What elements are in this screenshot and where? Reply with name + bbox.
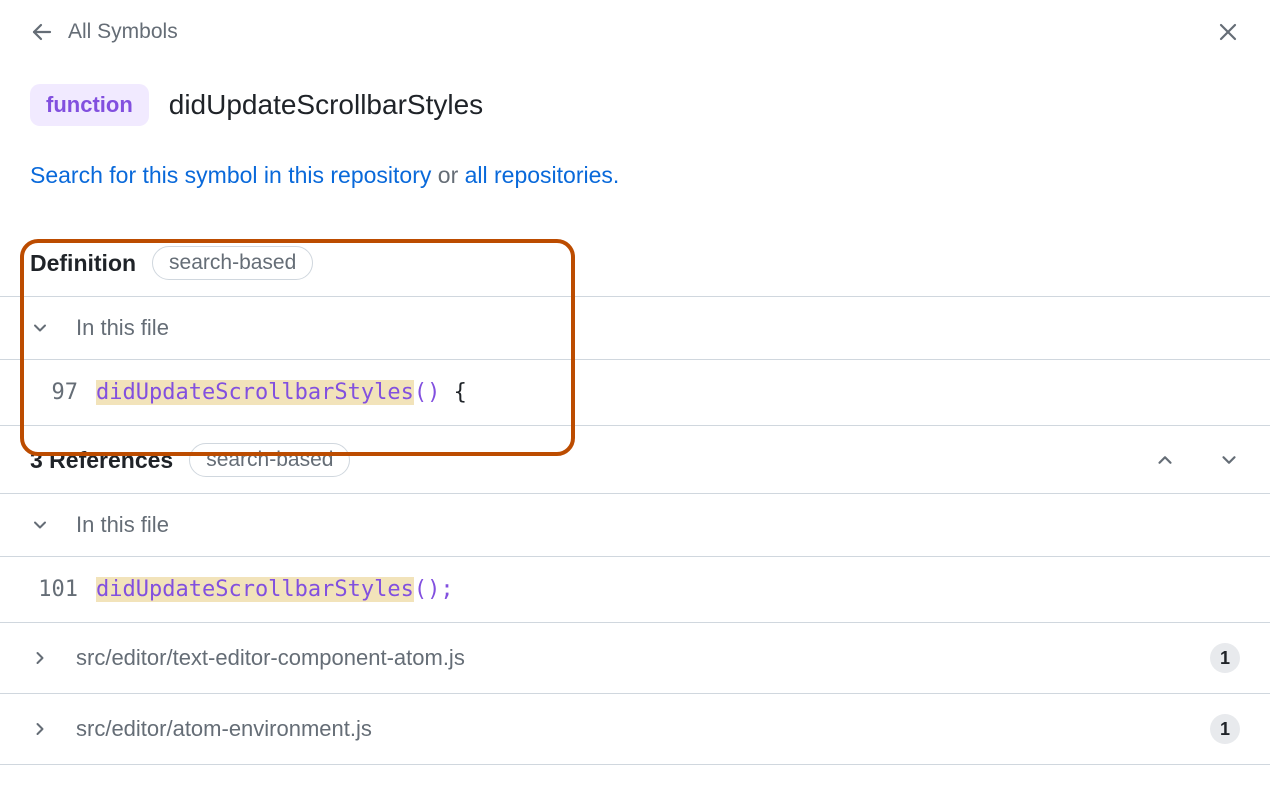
reference-count: 1 [1210, 714, 1240, 744]
reference-file-row[interactable]: src/editor/text-editor-component-atom.js… [0, 623, 1270, 694]
references-title: 3 References [30, 447, 173, 474]
reference-count: 1 [1210, 643, 1240, 673]
back-label: All Symbols [68, 20, 178, 44]
definition-file-toggle[interactable]: In this file [0, 297, 1270, 360]
references-file-toggle[interactable]: In this file [0, 494, 1270, 557]
definition-title: Definition [30, 250, 136, 277]
chevron-right-icon [30, 719, 50, 739]
chevron-right-icon [30, 648, 50, 668]
references-badge: search-based [189, 443, 350, 477]
chevron-down-icon [1218, 449, 1240, 471]
chevron-down-icon [30, 318, 50, 338]
arrow-left-icon [30, 20, 54, 44]
topbar: All Symbols [0, 20, 1270, 74]
line-number: 97 [30, 380, 78, 405]
close-icon [1216, 20, 1240, 44]
definition-file-label: In this file [76, 315, 169, 341]
symbol-kind-badge: function [30, 84, 149, 126]
code-highlight: didUpdateScrollbarStyles [96, 380, 414, 405]
search-or: or [431, 162, 464, 188]
reference-path: src/editor/text-editor-component-atom.js [76, 645, 1184, 671]
definition-header: Definition search-based [0, 229, 1270, 297]
definition-badge: search-based [152, 246, 313, 280]
symbol-panel: All Symbols function didUpdateScrollbarS… [0, 0, 1270, 788]
references-nav [1154, 449, 1240, 471]
reference-code-row[interactable]: 101 didUpdateScrollbarStyles(); [0, 557, 1270, 623]
close-button[interactable] [1216, 20, 1240, 44]
title-row: function didUpdateScrollbarStyles [0, 74, 1270, 162]
code-parens: () [414, 380, 441, 405]
search-links: Search for this symbol in this repositor… [0, 162, 1270, 229]
back-button[interactable]: All Symbols [30, 20, 178, 44]
line-number: 101 [30, 577, 78, 602]
references-header: 3 References search-based [0, 426, 1270, 494]
symbol-name: didUpdateScrollbarStyles [169, 89, 483, 121]
reference-file-row[interactable]: src/editor/atom-environment.js 1 [0, 694, 1270, 765]
code-brace: { [440, 380, 467, 405]
search-repo-link[interactable]: Search for this symbol in this repositor… [30, 162, 431, 188]
reference-path: src/editor/atom-environment.js [76, 716, 1184, 742]
references-file-label: In this file [76, 512, 169, 538]
search-all-link[interactable]: all repositories. [465, 162, 620, 188]
code-line: didUpdateScrollbarStyles() { [96, 380, 467, 405]
code-line: didUpdateScrollbarStyles(); [96, 577, 454, 602]
chevron-up-icon [1154, 449, 1176, 471]
chevron-down-icon [30, 515, 50, 535]
prev-button[interactable] [1154, 449, 1176, 471]
code-rest: (); [414, 577, 454, 602]
code-highlight: didUpdateScrollbarStyles [96, 577, 414, 602]
definition-code-row[interactable]: 97 didUpdateScrollbarStyles() { [0, 360, 1270, 426]
next-button[interactable] [1218, 449, 1240, 471]
